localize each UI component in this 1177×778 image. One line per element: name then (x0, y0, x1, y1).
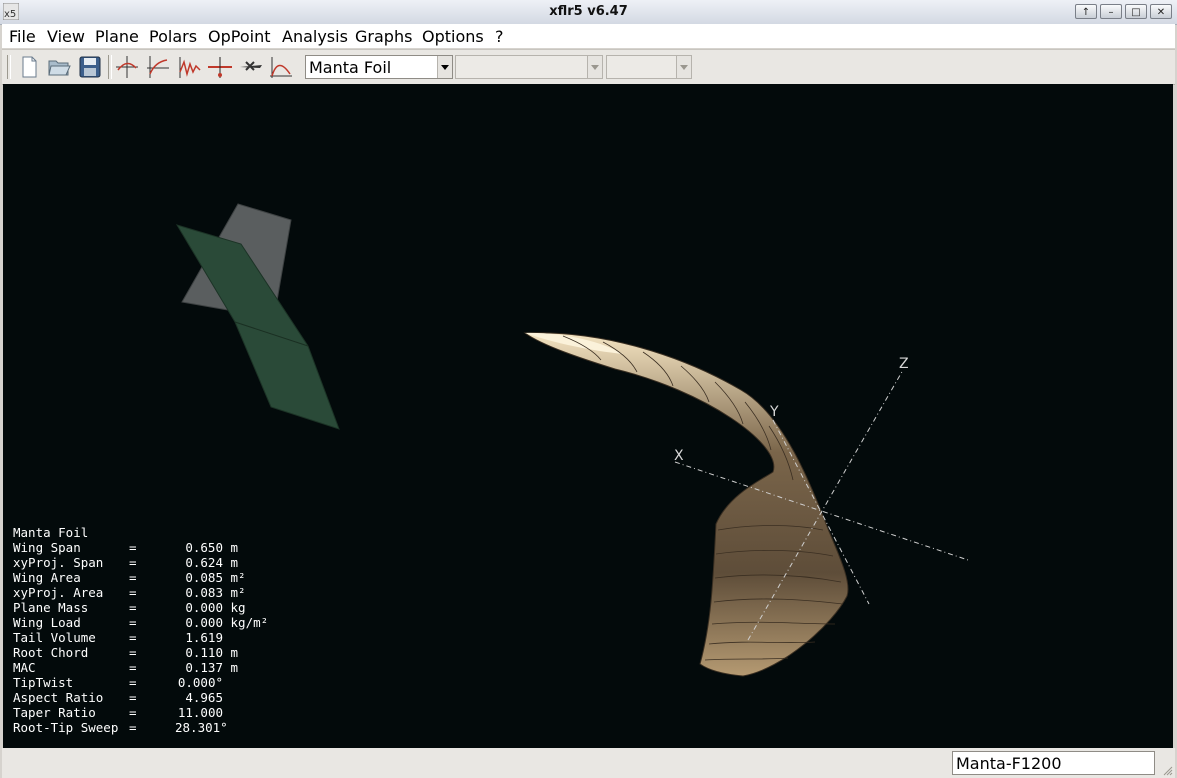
foil-design-icon[interactable] (114, 54, 140, 80)
info-row: Tail Volume = 1.619 (13, 630, 223, 645)
info-row: Plane Mass = 0.000 kg (13, 600, 246, 615)
plane-select-value: Manta Foil (309, 58, 392, 77)
info-row: Wing Load = 0.000 kg/m² (13, 615, 269, 630)
plane-design-icon[interactable] (238, 54, 264, 80)
save-icon[interactable] (77, 54, 103, 80)
toolbar-separator (108, 55, 112, 79)
menu-graphs[interactable]: Graphs (355, 27, 412, 46)
info-row: Root Chord = 0.110 m (13, 645, 239, 660)
wing-surface (523, 332, 849, 677)
polar-select[interactable] (455, 55, 603, 79)
menu-oppoint[interactable]: OpPoint (208, 27, 270, 46)
open-file-icon[interactable] (46, 54, 72, 80)
shade-window-button[interactable]: ↑ (1075, 4, 1097, 19)
info-row: xyProj. Area = 0.083 m² (13, 585, 246, 600)
chevron-down-icon[interactable] (587, 56, 602, 78)
menu-view[interactable]: View (47, 27, 85, 46)
info-row: Aspect Ratio = 4.965 (13, 690, 223, 705)
axis-label-z: Z (899, 356, 909, 372)
info-row: Wing Area = 0.085 m² (13, 570, 246, 585)
toolbar-grip[interactable] (7, 55, 11, 79)
oppoint-select[interactable] (606, 55, 692, 79)
maximize-button[interactable]: □ (1125, 4, 1147, 19)
menu-help[interactable]: ? (495, 27, 504, 46)
status-plane-name: Manta-F1200 (952, 751, 1155, 775)
inverse-design-icon[interactable] (176, 54, 202, 80)
info-row: MAC = 0.137 m (13, 660, 239, 675)
window-title: xflr5 v6.47 (549, 4, 628, 19)
wing-analysis-icon[interactable] (268, 54, 294, 80)
xfoil-direct-icon[interactable] (145, 54, 171, 80)
chevron-down-icon[interactable] (437, 56, 452, 78)
toolbar: Manta Foil (2, 49, 1175, 85)
chevron-down-icon[interactable] (676, 56, 691, 78)
menu-plane[interactable]: Plane (95, 27, 139, 46)
close-button[interactable]: ✕ (1150, 4, 1172, 19)
plane-select[interactable]: Manta Foil (305, 55, 453, 79)
info-row: Wing Span = 0.650 m (13, 540, 239, 555)
menu-polars[interactable]: Polars (149, 27, 197, 46)
menu-bar: File View Plane Polars OpPoint Analysis … (2, 24, 1175, 48)
resize-grip-icon[interactable] (1163, 766, 1173, 776)
axis-label-x: X (674, 448, 684, 464)
3d-viewport[interactable]: X Y Z Manta Foil Wing Span = 0.650 m xyPro… (3, 84, 1173, 748)
menu-options[interactable]: Options (422, 27, 484, 46)
axis-label-y: Y (769, 404, 779, 420)
status-bar: Manta-F1200 (2, 748, 1175, 778)
menu-analysis[interactable]: Analysis (282, 27, 348, 46)
title-bar: x5 xflr5 v6.47 ↑ – □ ✕ (0, 0, 1177, 25)
airfoil-analysis-icon[interactable] (207, 54, 233, 80)
info-row: Root-Tip Sweep = 28.301° (13, 720, 228, 735)
info-row: TipTwist = 0.000° (13, 675, 223, 690)
minimize-button[interactable]: – (1100, 4, 1122, 19)
info-row: xyProj. Span = 0.624 m (13, 555, 239, 570)
menu-file[interactable]: File (9, 27, 36, 46)
plane-properties-panel: Manta Foil Wing Span = 0.650 m xyProj. Spa… (13, 525, 268, 735)
plane-info-name: Manta Foil (13, 525, 89, 540)
info-row: Taper Ratio = 11.000 (13, 705, 223, 720)
new-file-icon[interactable] (16, 54, 42, 80)
